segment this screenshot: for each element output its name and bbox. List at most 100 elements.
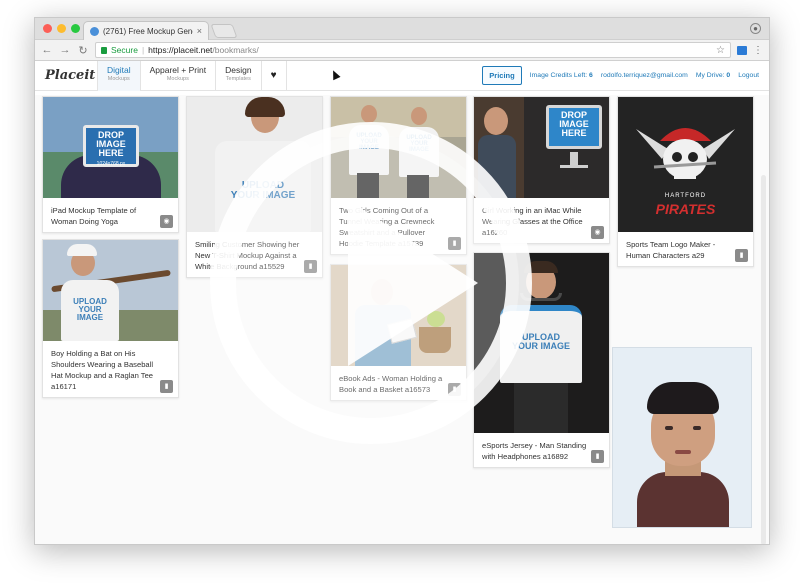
card-thumbnail: UPLOAD YOUR IMAGE [187, 97, 322, 232]
thumb-text: DROP IMAGE HERE [96, 130, 126, 158]
shirt-icon: ▮ [591, 450, 604, 463]
thumb-text: UPLOAD YOUR IMAGE [230, 180, 296, 201]
lock-icon [101, 46, 107, 54]
card-caption: eBook Ads - Woman Holding a Book and a B… [331, 366, 466, 400]
thumb-text: DROP IMAGE HERE [559, 110, 589, 138]
url-separator: | [141, 45, 145, 55]
maximize-window-button[interactable] [71, 24, 80, 33]
tab-bar: (2761) Free Mockup Generato × ● [35, 18, 769, 40]
camera-icon: ◉ [160, 215, 173, 228]
bookmark-card[interactable]: DROP IMAGE HERE 1024x768 px iPad Mockup … [42, 96, 179, 233]
minimize-window-button[interactable] [57, 24, 66, 33]
camera-icon: ◉ [591, 226, 604, 239]
profile-icon[interactable]: ● [750, 23, 761, 34]
card-caption: Sports Team Logo Maker - Human Character… [618, 232, 753, 266]
forward-icon[interactable]: → [59, 44, 71, 56]
my-drive-link[interactable]: My Drive: 0 [696, 72, 730, 79]
card-title: Smiling Customer Showing her New T-Shirt… [195, 240, 300, 271]
tab-close-icon[interactable]: × [197, 26, 202, 36]
logo-main-text: PIRATES [655, 201, 716, 217]
card-caption: iPad Mockup Template of Woman Doing Yoga… [43, 198, 178, 232]
bookmark-card[interactable]: HARTFORD PIRATES Sports Team Logo Maker … [617, 96, 754, 267]
thumb-text-second: UPLOAD YOUR IMAGE [406, 135, 432, 153]
shirt-icon: ▮ [448, 237, 461, 250]
nav-apparel[interactable]: Apparel + Print Mockups [139, 60, 215, 91]
thumb-subtext: 1024x768 px [96, 161, 126, 167]
bookmark-star-icon[interactable]: ☆ [716, 45, 725, 56]
card-caption: eSports Jersey - Man Standing with Headp… [474, 433, 609, 467]
reload-icon[interactable]: ↻ [77, 44, 89, 57]
card-thumbnail: DROP IMAGE HERE 1024x768 px [43, 97, 178, 198]
close-window-button[interactable] [43, 24, 52, 33]
bookmark-card[interactable]: DROP IMAGE HERE Girl Working in an iMac … [473, 96, 610, 244]
nav-apparel-sub: Mockups [166, 75, 189, 82]
card-title: Boy Holding a Bat on His Shoulders Weari… [51, 349, 154, 391]
card-title: eBook Ads - Woman Holding a Book and a B… [339, 374, 443, 394]
shirt-icon: ▮ [304, 260, 317, 273]
window-controls [43, 24, 80, 33]
webcam-presenter [612, 347, 752, 528]
nav-apparel-label: Apparel + Print [149, 64, 207, 75]
bookmark-card[interactable]: UPLOAD YOUR IMAGE UPLOAD YOUR IMAGE Two … [330, 96, 467, 255]
url-host: https://placeit.net [148, 45, 213, 55]
heart-icon[interactable]: ♥ [260, 60, 287, 91]
nav-digital[interactable]: Digital Mockups [97, 60, 140, 91]
card-caption: Smiling Customer Showing her New T-Shirt… [187, 232, 322, 277]
extension-icon[interactable] [737, 45, 747, 55]
card-thumbnail: UPLOAD YOUR IMAGE UPLOAD YOUR IMAGE [331, 97, 466, 198]
card-thumbnail: UPLOAD YOUR IMAGE [43, 240, 178, 341]
address-bar: ← → ↻ Secure | https://placeit.net/bookm… [35, 40, 769, 61]
nav-design[interactable]: Design Templates [215, 60, 260, 91]
nav-digital-sub: Mockups [107, 75, 130, 82]
placeit-logo[interactable]: Placeit [45, 68, 97, 83]
card-thumbnail: DROP IMAGE HERE [474, 97, 609, 198]
thumb-text: UPLOAD YOUR IMAGE [356, 133, 382, 151]
thumb-text: UPLOAD YOUR IMAGE [73, 297, 107, 322]
url-path: /bookmarks/ [212, 45, 259, 55]
nav-digital-label: Digital [107, 64, 131, 75]
back-icon[interactable]: ← [41, 44, 53, 56]
site-header: Placeit Digital Mockups Apparel + Print … [35, 60, 769, 91]
favicon-icon [90, 26, 99, 36]
bookmark-card[interactable]: eBook Ads - Woman Holding a Book and a B… [330, 264, 467, 401]
bookmark-card[interactable]: UPLOAD YOUR IMAGE Boy Holding a Bat on H… [42, 239, 179, 398]
browser-tab[interactable]: (2761) Free Mockup Generato × [83, 21, 209, 40]
logo-top-text: HARTFORD [664, 193, 707, 199]
nav-design-label: Design [225, 64, 252, 75]
card-thumbnail: UPLOAD YOUR IMAGE [474, 253, 609, 433]
card-caption: Girl Working in an iMac While Wearing Gl… [474, 198, 609, 243]
thumb-text: UPLOAD YOUR IMAGE [511, 332, 570, 351]
card-title: Two Girls Coming Out of a Tunnel Wearing… [339, 206, 435, 248]
card-title: Sports Team Logo Maker - Human Character… [626, 240, 716, 260]
shirt-icon: ▮ [160, 380, 173, 393]
new-tab-button[interactable] [210, 24, 238, 38]
bookmark-card[interactable]: UPLOAD YOUR IMAGE eSports Jersey - Man S… [473, 252, 610, 468]
credits-label: Image Credits Left: [529, 72, 588, 79]
card-title: eSports Jersey - Man Standing with Headp… [482, 441, 587, 461]
bookmark-card[interactable]: UPLOAD YOUR IMAGE Smiling Customer Showi… [186, 96, 323, 278]
credits-value: 6 [589, 72, 593, 79]
mouse-cursor-icon [329, 68, 341, 81]
browser-menu-icon[interactable]: ⋮ [753, 45, 763, 56]
image-credits: Image Credits Left: 6 [530, 72, 593, 79]
logout-link[interactable]: Logout [738, 72, 759, 79]
shirt-icon: ▮ [448, 383, 461, 396]
card-thumbnail: HARTFORD PIRATES [618, 97, 753, 232]
account-nav: Pricing Image Credits Left: 6 rodolfo.te… [482, 66, 769, 85]
card-title: iPad Mockup Template of Woman Doing Yoga [51, 206, 137, 226]
card-caption: Boy Holding a Bat on His Shoulders Weari… [43, 341, 178, 397]
shirt-icon: ▮ [735, 249, 748, 262]
pricing-button[interactable]: Pricing [482, 66, 522, 85]
video-thumbnail[interactable]: (2761) Free Mockup Generato × ● ← → ↻ Se… [0, 0, 800, 588]
url-input[interactable]: Secure | https://placeit.net/bookmarks/ … [95, 42, 731, 58]
tab-title: (2761) Free Mockup Generato [103, 26, 193, 36]
card-title: Girl Working in an iMac While Wearing Gl… [482, 206, 583, 237]
card-caption: Two Girls Coming Out of a Tunnel Wearing… [331, 198, 466, 254]
nav-design-sub: Templates [225, 75, 251, 82]
secure-label: Secure [111, 45, 138, 55]
card-thumbnail [331, 265, 466, 366]
drive-label: My Drive: [695, 72, 725, 79]
account-email-link[interactable]: rodolfo.terriquez@gmail.com [601, 72, 688, 79]
drive-value: 0 [726, 72, 731, 79]
page-scrollbar[interactable] [761, 175, 766, 544]
